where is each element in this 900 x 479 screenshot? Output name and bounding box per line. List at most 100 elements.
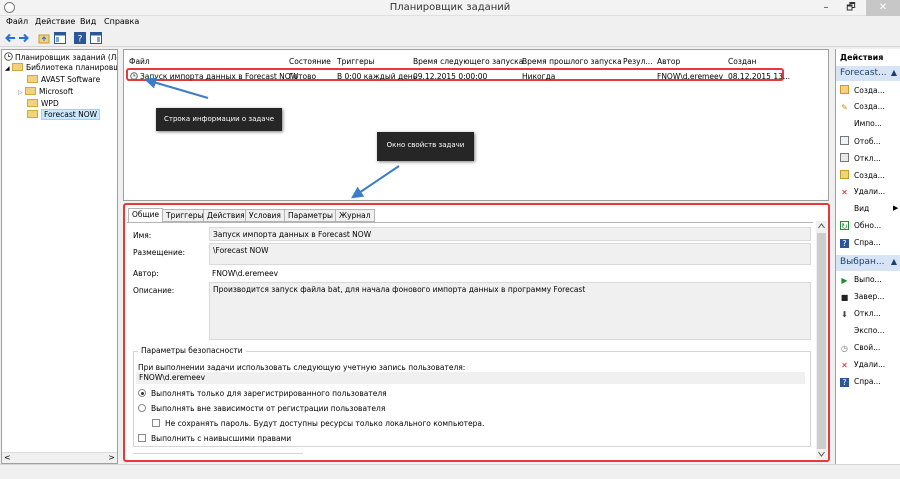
radio-selected-icon[interactable] bbox=[138, 389, 146, 397]
callout-arrow-row bbox=[144, 78, 209, 99]
radio-any-user[interactable]: Выполнять вне зависимости от регистрации… bbox=[138, 404, 385, 413]
expanded-arrow-icon[interactable]: ◢ bbox=[5, 65, 10, 72]
scroll-right-icon[interactable]: > bbox=[108, 453, 115, 462]
action-refresh[interactable]: ↻ Обно... bbox=[840, 221, 881, 231]
minimize-button[interactable]: – bbox=[815, 0, 837, 16]
menu-view[interactable]: Вид bbox=[80, 17, 96, 26]
radio-icon[interactable] bbox=[138, 404, 146, 412]
folder-icon bbox=[25, 87, 37, 95]
action-run[interactable]: ▶ Выпо... bbox=[840, 275, 881, 285]
column-header-next-run[interactable]: Время следующего запуска bbox=[413, 57, 523, 66]
close-button[interactable]: ✕ bbox=[866, 0, 900, 16]
action-create-task[interactable]: ✎ Созда... bbox=[840, 102, 885, 112]
create-basic-task-icon bbox=[840, 85, 849, 94]
collapse-arrow-icon[interactable]: ▲ bbox=[891, 257, 897, 266]
action-delete[interactable]: ✕ Удали... bbox=[840, 360, 885, 370]
location-field[interactable]: \Forecast NOW bbox=[209, 243, 811, 265]
tree-node-avast[interactable]: AVAST Software bbox=[27, 75, 100, 84]
svg-text:?: ? bbox=[78, 35, 83, 45]
account-prompt: При выполнении задачи использовать следу… bbox=[138, 363, 466, 372]
scroll-up-icon[interactable] bbox=[818, 223, 825, 229]
checkbox-icon[interactable] bbox=[138, 434, 146, 442]
action-new-folder[interactable]: Созда... bbox=[840, 170, 885, 180]
action-properties[interactable]: ◷ Свой... bbox=[840, 343, 880, 353]
description-field[interactable]: Производится запуск файла bat, для начал… bbox=[209, 282, 811, 340]
scroll-down-icon[interactable] bbox=[818, 451, 825, 457]
tree-node-library[interactable]: ◢ Библиотека планировщ bbox=[5, 63, 117, 72]
menu-file[interactable]: Файл bbox=[6, 17, 28, 26]
tab-settings[interactable]: Параметры bbox=[284, 209, 337, 222]
column-header-triggers[interactable]: Триггеры bbox=[337, 57, 374, 66]
author-value: FNOW\d.eremeev bbox=[212, 269, 279, 278]
maximize-button[interactable]: 🗗 bbox=[840, 0, 862, 16]
action-import-task[interactable]: Импо... bbox=[854, 119, 882, 128]
refresh-icon: ↻ bbox=[840, 221, 849, 231]
column-header-status[interactable]: Состояние bbox=[289, 57, 331, 66]
callout-props-window: Окно свойств задачи bbox=[377, 132, 474, 161]
action-disable[interactable]: ⬇ Откл... bbox=[840, 309, 881, 319]
display-running-icon bbox=[840, 136, 849, 145]
task-next-run-cell: 09.12.2015 0:00:00 bbox=[413, 72, 488, 81]
tab-triggers[interactable]: Триггеры bbox=[162, 209, 208, 222]
action-display-running[interactable]: Отоб... bbox=[840, 136, 881, 146]
disable-history-icon bbox=[840, 153, 849, 162]
up-folder-icon[interactable] bbox=[38, 32, 50, 44]
scrollbar-thumb[interactable] bbox=[817, 233, 826, 449]
column-header-last-run[interactable]: Время прошлого запуска bbox=[522, 57, 622, 66]
action-export[interactable]: Экспо... bbox=[854, 326, 885, 335]
checkbox-icon[interactable] bbox=[152, 419, 160, 427]
tab-actions[interactable]: Действия bbox=[203, 209, 249, 222]
checkbox-no-password[interactable]: Не сохранять пароль. Будут доступны ресу… bbox=[152, 419, 484, 428]
tree-node-microsoft[interactable]: ▷ Microsoft bbox=[18, 87, 73, 96]
collapse-arrow-icon[interactable]: ▲ bbox=[891, 68, 897, 77]
action-help-selected[interactable]: ? Спра... bbox=[840, 377, 881, 387]
action-help[interactable]: ? Спра... bbox=[840, 238, 881, 248]
properties-scrollbar[interactable] bbox=[816, 221, 827, 459]
checkbox-highest-privileges[interactable]: Выполнить с наивысшими правами bbox=[138, 434, 291, 443]
delete-icon: ✕ bbox=[841, 361, 848, 370]
actions-header: Действия bbox=[840, 53, 884, 62]
folder-icon bbox=[27, 99, 38, 107]
tree-node-forecast[interactable]: Forecast NOW bbox=[27, 109, 101, 120]
actions-group-selected[interactable]: Выбран... ▲ bbox=[836, 255, 900, 271]
submenu-arrow-icon: ▶ bbox=[893, 204, 899, 212]
scroll-left-icon[interactable]: < bbox=[4, 453, 11, 462]
show-hide-action-pane-icon[interactable] bbox=[90, 32, 102, 44]
menu-action[interactable]: Действие bbox=[35, 17, 75, 26]
task-trigger-cell: В 0:00 каждый день bbox=[337, 72, 418, 81]
tree-node-wpd[interactable]: WPD bbox=[27, 99, 59, 108]
tab-general[interactable]: Общие bbox=[128, 208, 164, 223]
radio-logged-on[interactable]: Выполнять только для зарегистрированного… bbox=[138, 389, 387, 398]
action-disable-history[interactable]: Откл... bbox=[840, 153, 881, 163]
show-hide-console-tree-icon[interactable] bbox=[54, 32, 66, 44]
status-bar bbox=[0, 464, 900, 479]
menu-help[interactable]: Справка bbox=[104, 17, 139, 26]
forward-arrow-icon[interactable] bbox=[18, 32, 30, 44]
folder-icon bbox=[27, 110, 38, 118]
tree-node-root[interactable]: Планировщик заданий (Лок bbox=[4, 52, 117, 62]
help-icon[interactable]: ? bbox=[74, 32, 86, 44]
column-header-created[interactable]: Создан bbox=[728, 57, 757, 66]
back-arrow-icon[interactable] bbox=[4, 32, 16, 44]
task-last-run-cell: Никогда bbox=[522, 72, 556, 81]
console-tree: Планировщик заданий (Лок ◢ Библиотека пл… bbox=[1, 49, 118, 464]
location-label: Размещение: bbox=[133, 248, 185, 257]
column-header-author[interactable]: Автор bbox=[657, 57, 680, 66]
task-list: Файл Состояние Триггеры Время следующего… bbox=[123, 49, 829, 201]
tree-forecast-label: Forecast NOW bbox=[41, 109, 101, 120]
tree-horizontal-scrollbar[interactable]: < > bbox=[2, 452, 117, 463]
action-end[interactable]: ■ Завер... bbox=[840, 292, 885, 302]
action-delete-folder[interactable]: ✕ Удали... bbox=[840, 187, 885, 197]
tab-conditions[interactable]: Условия bbox=[245, 209, 285, 222]
clock-icon bbox=[4, 52, 13, 61]
create-task-icon: ✎ bbox=[841, 103, 848, 112]
name-field[interactable]: Запуск импорта данных в Forecast NOW bbox=[209, 227, 811, 241]
actions-group-forecast[interactable]: Forecast... ▲ bbox=[836, 66, 900, 81]
task-properties-panel: Общие Триггеры Действия Условия Параметр… bbox=[123, 203, 830, 462]
column-header-name[interactable]: Файл bbox=[129, 57, 150, 66]
column-header-result[interactable]: Резул... bbox=[623, 57, 653, 66]
action-create-basic-task[interactable]: Созда... bbox=[840, 85, 885, 95]
collapsed-arrow-icon[interactable]: ▷ bbox=[18, 89, 23, 96]
tab-history[interactable]: Журнал bbox=[335, 209, 375, 222]
action-view[interactable]: Вид ▶ bbox=[854, 204, 898, 213]
